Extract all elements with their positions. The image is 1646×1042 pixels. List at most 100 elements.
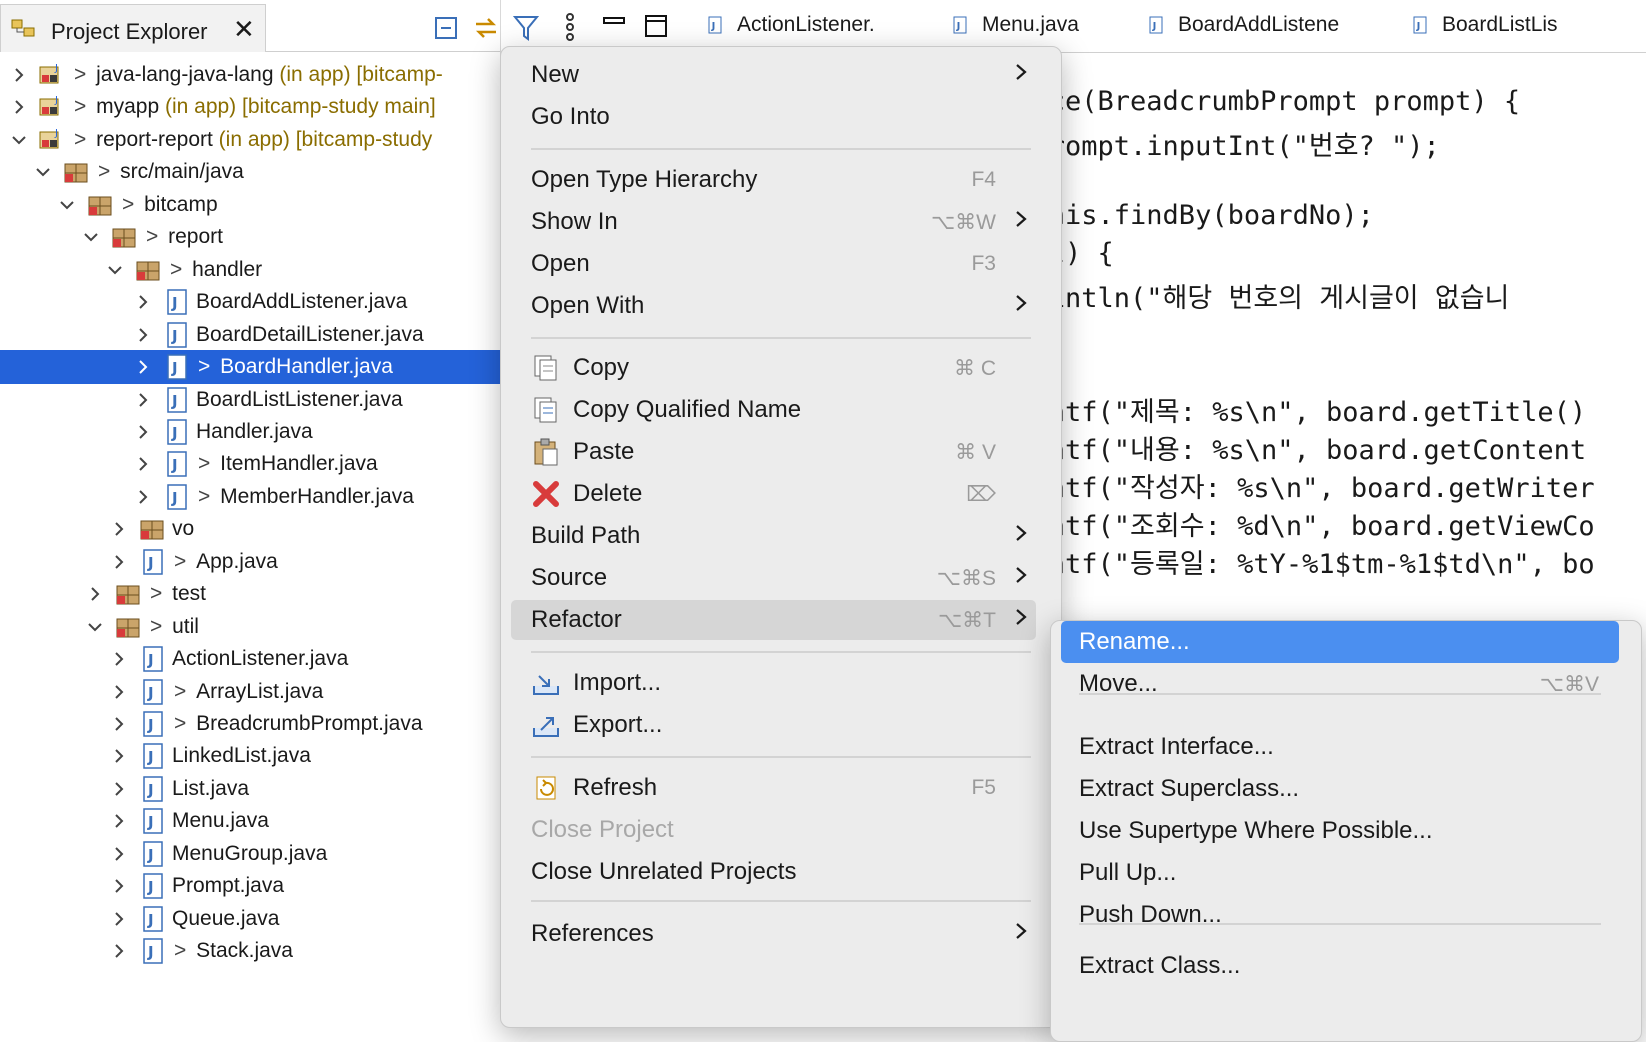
- menu-item-open-type-hierarchy[interactable]: Open Type Hierarchy F4: [511, 160, 1036, 200]
- collapse-all-icon[interactable]: [432, 14, 460, 42]
- tree-item[interactable]: J > myapp (in app) [bitcamp-study main]: [0, 90, 500, 124]
- chevron-right-icon[interactable]: [110, 812, 128, 830]
- menu-item-export[interactable]: Export...: [511, 705, 1036, 745]
- filter-icon[interactable]: [512, 14, 540, 47]
- chevron-right-icon[interactable]: [110, 553, 128, 571]
- java-file-icon: J: [167, 354, 187, 380]
- tree-item[interactable]: J > report-report (in app) [bitcamp-study: [0, 123, 500, 157]
- refactor-item-extract-interface[interactable]: Extract Interface...: [1061, 726, 1619, 768]
- chevron-down-icon[interactable]: [106, 261, 124, 279]
- menu-item-references[interactable]: References: [511, 914, 1036, 954]
- chevron-right-icon[interactable]: [134, 391, 152, 409]
- tree-item[interactable]: J ActionListener.java: [0, 642, 500, 676]
- chevron-right-icon[interactable]: [110, 877, 128, 895]
- chevron-right-icon[interactable]: [110, 942, 128, 960]
- tree-item[interactable]: > util: [0, 610, 500, 644]
- tree-item[interactable]: J > Stack.java: [0, 934, 500, 968]
- tree-item[interactable]: J > BoardHandler.java: [0, 350, 500, 385]
- chevron-right-icon[interactable]: [134, 326, 152, 344]
- java-file-icon: J: [143, 678, 163, 705]
- tree-item[interactable]: > test: [0, 577, 500, 611]
- tree-item[interactable]: J > java-lang-java-lang (in app) [bitcamp…: [0, 58, 500, 92]
- tree-item[interactable]: J BoardListListener.java: [0, 383, 500, 417]
- submenu-arrow-icon: [1014, 606, 1028, 634]
- editor-tab[interactable]: J BoardAddListene: [1146, 12, 1339, 38]
- chevron-right-icon[interactable]: [110, 520, 128, 538]
- tree-item-name: Prompt.java: [172, 874, 285, 898]
- tree-item[interactable]: J BoardAddListener.java: [0, 285, 500, 319]
- refactor-item-extract-superclass[interactable]: Extract Superclass...: [1061, 768, 1619, 810]
- tree-item[interactable]: > report: [0, 220, 500, 254]
- menu-item-new[interactable]: New: [511, 55, 1036, 95]
- java-file-icon: J: [1413, 16, 1427, 34]
- tree-item[interactable]: J MenuGroup.java: [0, 837, 500, 871]
- chevron-right-icon[interactable]: [86, 585, 104, 603]
- chevron-right-icon[interactable]: [110, 780, 128, 798]
- chevron-down-icon[interactable]: [58, 196, 76, 214]
- link-with-editor-icon[interactable]: [472, 14, 500, 42]
- refactor-item-push-down[interactable]: Push Down...: [1061, 894, 1619, 936]
- chevron-right-icon[interactable]: [110, 845, 128, 863]
- tree-item[interactable]: > src/main/java: [0, 155, 500, 189]
- tree-item[interactable]: J List.java: [0, 772, 500, 806]
- chevron-right-icon[interactable]: [134, 293, 152, 311]
- tree-item[interactable]: > bitcamp: [0, 188, 500, 222]
- menu-item-go-into[interactable]: Go Into: [511, 97, 1036, 137]
- minimize-icon[interactable]: [602, 14, 626, 43]
- maximize-icon[interactable]: [644, 14, 668, 43]
- tree-item[interactable]: J > BreadcrumbPrompt.java: [0, 707, 500, 741]
- tree-item[interactable]: J > MemberHandler.java: [0, 480, 500, 514]
- view-menu-icon[interactable]: [560, 12, 580, 47]
- tree-item[interactable]: J LinkedList.java: [0, 739, 500, 773]
- editor-tab[interactable]: J BoardListLis: [1410, 12, 1558, 38]
- refactor-item-extract-class[interactable]: Extract Class...: [1061, 945, 1619, 987]
- tree-item[interactable]: vo: [0, 512, 500, 546]
- menu-item-paste[interactable]: Paste ⌘ V: [511, 432, 1036, 472]
- editor-tab[interactable]: J ActionListener.: [705, 12, 875, 38]
- chevron-right-icon[interactable]: [110, 715, 128, 733]
- close-icon[interactable]: ✕: [233, 16, 255, 42]
- editor-tab[interactable]: J Menu.java: [950, 12, 1079, 38]
- project-explorer-tab[interactable]: Project Explorer ✕: [0, 4, 266, 52]
- tree-item[interactable]: > handler: [0, 253, 500, 287]
- chevron-right-icon[interactable]: [110, 683, 128, 701]
- tree-item[interactable]: J > ItemHandler.java: [0, 447, 500, 481]
- chevron-right-icon[interactable]: [10, 98, 28, 116]
- menu-item-close-unrelated-projects[interactable]: Close Unrelated Projects: [511, 852, 1036, 892]
- chevron-down-icon[interactable]: [86, 618, 104, 636]
- chevron-right-icon[interactable]: [110, 747, 128, 765]
- refactor-item-use-supertype-where-possible[interactable]: Use Supertype Where Possible...: [1061, 810, 1619, 852]
- chevron-right-icon[interactable]: [110, 910, 128, 928]
- menu-item-show-in[interactable]: Show In ⌥⌘W: [511, 202, 1036, 242]
- tree-item-label: BoardAddListener.java: [196, 290, 407, 314]
- tree-item[interactable]: J Prompt.java: [0, 869, 500, 903]
- chevron-right-icon[interactable]: [134, 455, 152, 473]
- refactor-item-rename[interactable]: Rename...: [1061, 621, 1619, 663]
- menu-item-copy[interactable]: Copy ⌘ C: [511, 348, 1036, 388]
- menu-item-source[interactable]: Source ⌥⌘S: [511, 558, 1036, 598]
- chevron-right-icon[interactable]: [134, 358, 152, 376]
- tree-item[interactable]: J > ArrayList.java: [0, 675, 500, 709]
- chevron-right-icon[interactable]: [134, 488, 152, 506]
- refactor-item-pull-up[interactable]: Pull Up...: [1061, 852, 1619, 894]
- menu-item-delete[interactable]: Delete ⌦: [511, 474, 1036, 514]
- chevron-down-icon[interactable]: [82, 228, 100, 246]
- menu-item-copy-qualified-name[interactable]: Copy Qualified Name: [511, 390, 1036, 430]
- tree-item[interactable]: J Queue.java: [0, 902, 500, 936]
- menu-item-refresh[interactable]: Refresh F5: [511, 768, 1036, 808]
- chevron-down-icon[interactable]: [34, 163, 52, 181]
- chevron-down-icon[interactable]: [10, 131, 28, 149]
- menu-item-open-with[interactable]: Open With: [511, 286, 1036, 326]
- tree-item[interactable]: J BoardDetailListener.java: [0, 318, 500, 352]
- menu-item-refactor[interactable]: Refactor ⌥⌘T: [511, 600, 1036, 640]
- menu-item-import[interactable]: Import...: [511, 663, 1036, 703]
- menu-item-build-path[interactable]: Build Path: [511, 516, 1036, 556]
- tree-item[interactable]: J Handler.java: [0, 415, 500, 449]
- menu-item-open[interactable]: Open F3: [511, 244, 1036, 284]
- chevron-right-icon[interactable]: [10, 66, 28, 84]
- chevron-right-icon[interactable]: [134, 423, 152, 441]
- refactor-item-move[interactable]: Move... ⌥⌘V: [1061, 663, 1619, 705]
- chevron-right-icon[interactable]: [110, 650, 128, 668]
- tree-item[interactable]: J Menu.java: [0, 804, 500, 838]
- tree-item[interactable]: J > App.java: [0, 545, 500, 579]
